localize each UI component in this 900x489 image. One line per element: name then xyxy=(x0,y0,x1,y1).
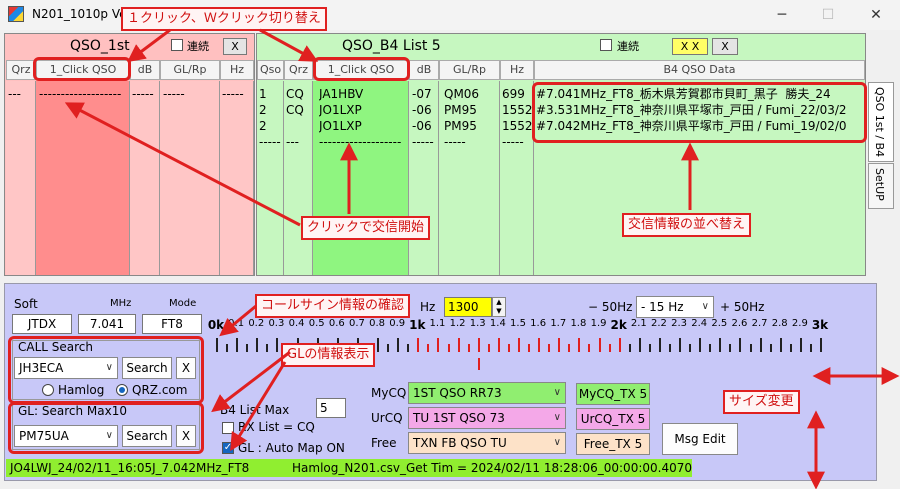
arrow-to-gl-search xyxy=(211,350,291,413)
arrow-to-call-search xyxy=(219,304,257,337)
arrow-to-qso1st-column xyxy=(64,102,301,227)
arrow-to-qso1st-click xyxy=(127,28,171,63)
annotation-arrows xyxy=(64,28,900,489)
arrow-to-qsob4-click xyxy=(259,28,319,62)
